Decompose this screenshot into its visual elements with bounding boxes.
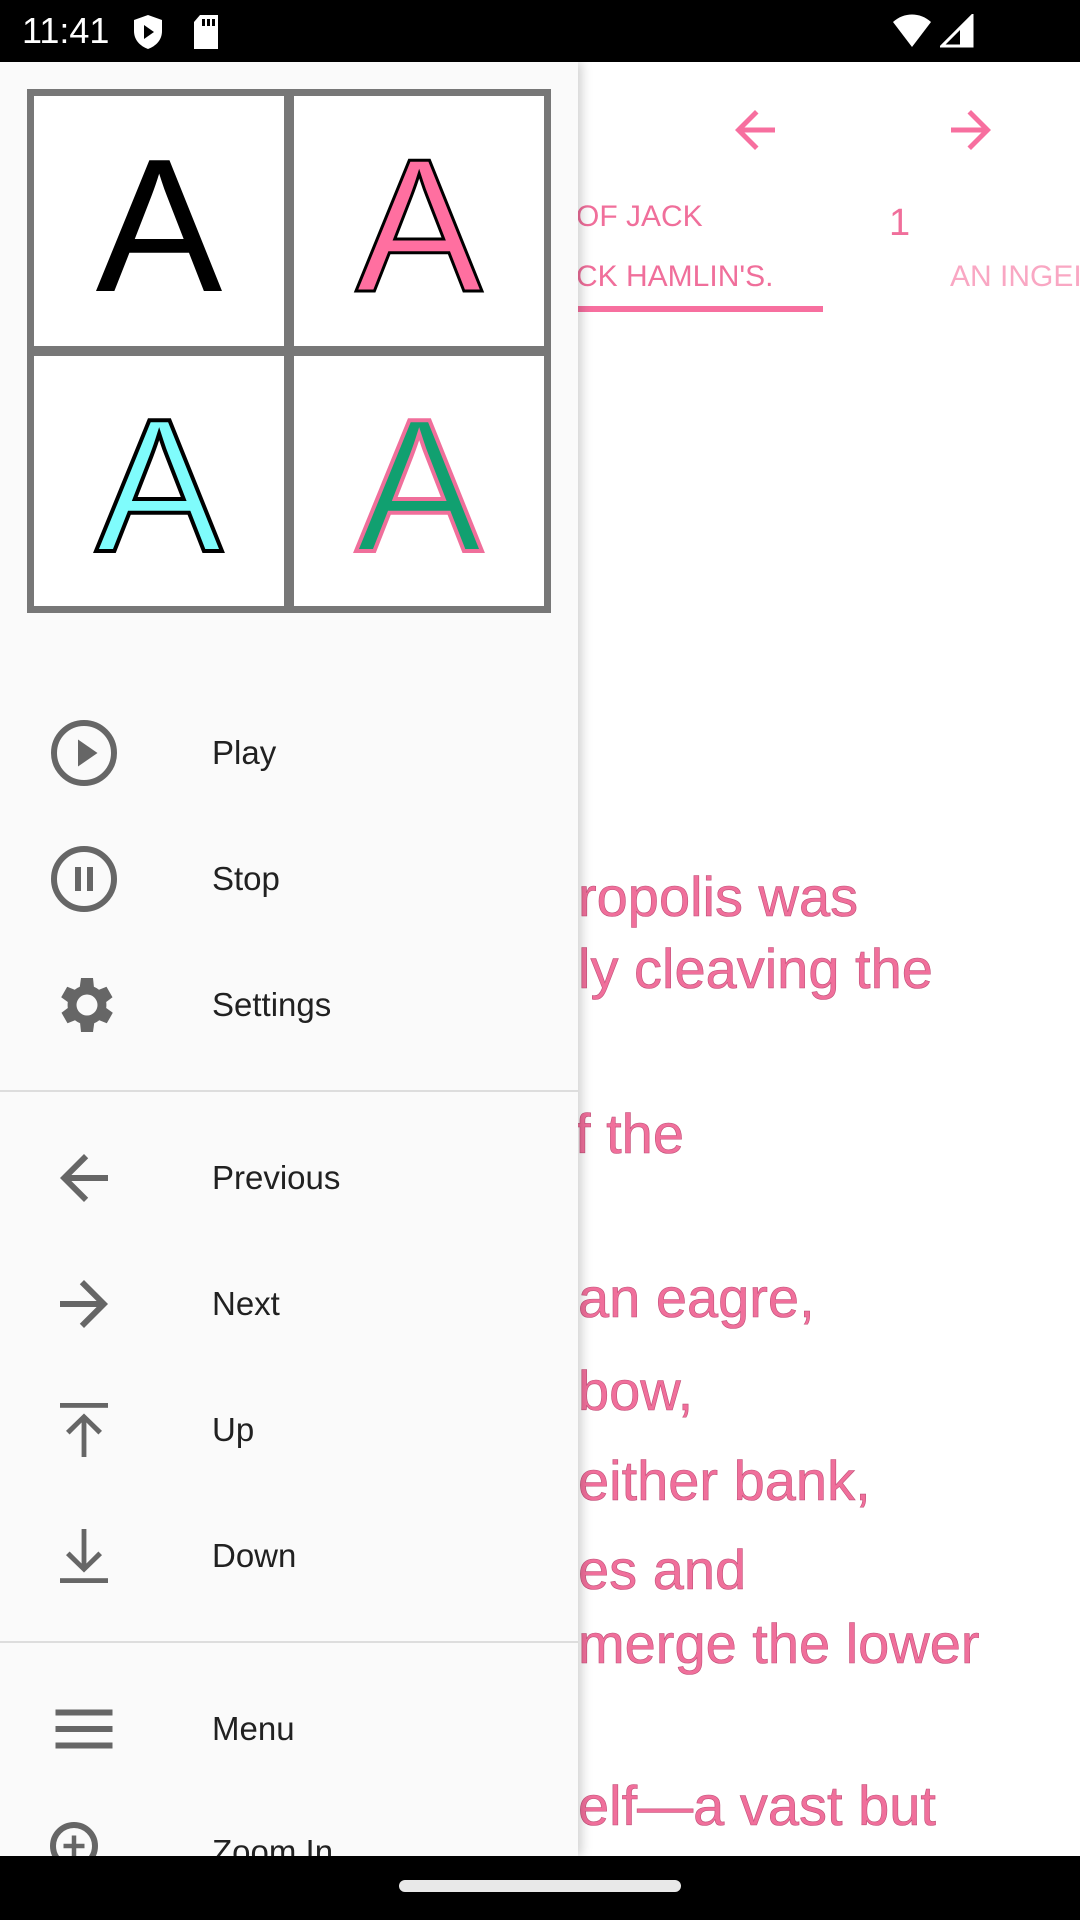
font-preview-green[interactable]: A [294, 356, 544, 606]
menu-item-label: Stop [212, 860, 280, 897]
signal-icon [940, 14, 974, 48]
font-color-preview-grid[interactable]: A A A A [27, 89, 551, 613]
sd-card-icon [194, 15, 218, 49]
gear-icon [48, 969, 120, 1041]
body-line: elf—a vast but [578, 1774, 937, 1838]
tab-label-line1: OF JACK [576, 200, 703, 233]
arrow-back-icon [48, 1142, 120, 1214]
letter-a: A [96, 121, 223, 321]
tab-label-line2: CK HAMLIN'S. [576, 260, 774, 293]
menu-item-label: Previous [212, 1159, 341, 1196]
menu-item-previous[interactable]: Previous [0, 1118, 578, 1238]
zoom-in-icon [44, 1816, 116, 1856]
menu-item-zoom-in[interactable]: Zoom In [0, 1792, 578, 1856]
body-line: ropolis was [578, 865, 859, 929]
body-line: ly cleaving the [578, 937, 933, 1001]
menu-item-label: Down [212, 1537, 297, 1574]
wifi-icon [893, 14, 931, 47]
font-preview-pink[interactable]: A [294, 96, 544, 346]
divider [0, 1641, 578, 1643]
shield-play-icon [134, 15, 162, 49]
menu-item-menu[interactable]: Menu [0, 1669, 578, 1789]
divider [0, 1090, 578, 1092]
menu-item-label: Zoom In [212, 1833, 334, 1856]
navigation-drawer: A A A A Play Stop Settings Previous Next… [0, 62, 578, 1856]
status-time: 11:41 [22, 10, 110, 51]
menu-item-next[interactable]: Next [0, 1244, 578, 1364]
letter-a: A [356, 121, 483, 321]
menu-item-label: Next [212, 1285, 280, 1322]
tab-indicator [578, 306, 823, 312]
menu-item-label: Settings [212, 986, 332, 1023]
menu-item-stop[interactable]: Stop [0, 819, 578, 939]
font-preview-cyan[interactable]: A [34, 356, 284, 606]
menu-item-label: Menu [212, 1710, 295, 1747]
menu-item-up[interactable]: Up [0, 1370, 578, 1490]
font-preview-black[interactable]: A [34, 96, 284, 346]
download-icon [48, 1520, 120, 1592]
tab-2[interactable]: 1 [889, 202, 910, 245]
body-line: bow, [578, 1359, 694, 1423]
letter-a: A [96, 381, 223, 581]
menu-item-label: Up [212, 1411, 255, 1448]
arrow-forward-icon[interactable] [941, 100, 1001, 160]
menu-item-down[interactable]: Down [0, 1496, 578, 1616]
status-bar: 11:41 [0, 0, 1080, 62]
arrow-back-icon[interactable] [725, 100, 785, 160]
play-circle-icon [48, 717, 120, 789]
menu-item-label: Play [212, 734, 277, 771]
pause-circle-icon [48, 843, 120, 915]
upload-icon [48, 1394, 120, 1466]
tab-3[interactable]: AN INGEI [950, 260, 1080, 294]
menu-item-play[interactable]: Play [0, 693, 578, 813]
menu-item-settings[interactable]: Settings [0, 945, 578, 1065]
body-line: merge the lower [578, 1612, 980, 1676]
arrow-forward-icon [48, 1268, 120, 1340]
body-line: f the [575, 1102, 685, 1166]
navigation-bar [0, 1856, 1080, 1920]
letter-a: A [356, 381, 483, 581]
home-gesture-handle[interactable] [399, 1880, 681, 1892]
menu-icon [48, 1693, 120, 1765]
body-line: es and [578, 1538, 747, 1602]
body-line: either bank, [578, 1449, 871, 1513]
body-line: an eagre, [578, 1266, 815, 1330]
